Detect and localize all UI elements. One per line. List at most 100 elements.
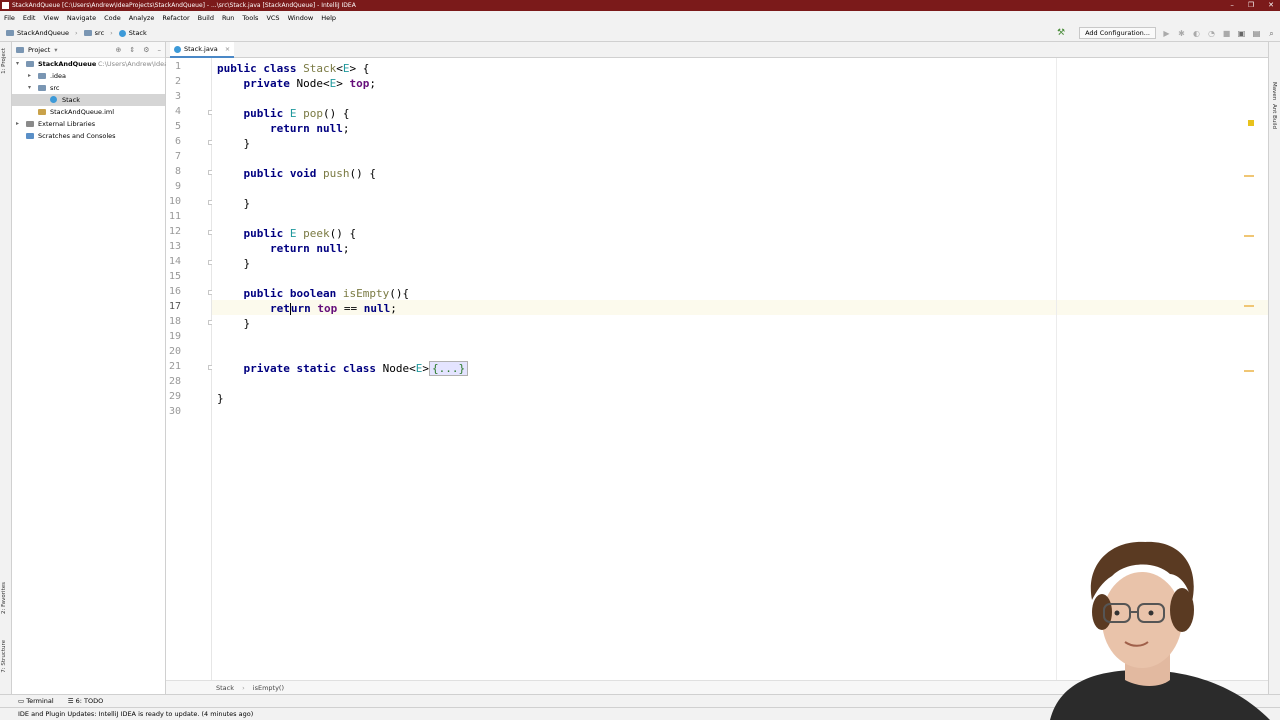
nav-crumb-project[interactable]: StackAndQueue	[6, 29, 69, 37]
line-number: 3	[174, 91, 181, 102]
line-number-gutter[interactable]: 1 2 3 4 5 6 7 8 9 10 11 12 13 14 15 16 1…	[166, 58, 228, 680]
ant-build-tool-tab[interactable]: Ant Build	[1271, 104, 1277, 129]
tree-item-label: StackAndQueue.iml	[50, 108, 115, 116]
profile-icon[interactable]: ◔	[1207, 29, 1216, 38]
scroll-marker[interactable]	[1244, 175, 1254, 177]
chevron-right-icon[interactable]: ▸	[16, 118, 19, 130]
line-number-current: 17	[168, 301, 181, 312]
tree-item[interactable]: Stack	[12, 94, 165, 106]
project-structure-icon[interactable]: ▣	[1237, 29, 1246, 38]
menu-view[interactable]: View	[43, 14, 58, 22]
line-number: 20	[168, 346, 181, 357]
close-button[interactable]: ✕	[1268, 0, 1274, 11]
tree-item[interactable]: ▸ External Libraries	[12, 118, 165, 130]
line-number: 12	[168, 226, 181, 237]
project-view-selector[interactable]: Project	[28, 46, 50, 54]
menu-window[interactable]: Window	[288, 14, 314, 22]
editor-tab-stack-java[interactable]: Stack.java ×	[170, 42, 235, 58]
line-number: 29	[168, 391, 181, 402]
search-icon[interactable]: ⌕	[1267, 29, 1276, 38]
title-bar: StackAndQueue [C:\Users\Andrew\IdeaProje…	[0, 0, 1280, 11]
build-hammer-icon[interactable]: ⚒	[1057, 28, 1065, 38]
line-number: 21	[168, 361, 181, 372]
tree-item[interactable]: ▾ src	[12, 82, 165, 94]
code-line-13: return null;	[269, 242, 350, 255]
structure-tool-tab[interactable]: 7: Structure	[1, 640, 7, 673]
menu-vcs[interactable]: VCS	[266, 14, 279, 22]
code-line-21: private static class Node<E> {...}	[217, 361, 469, 376]
line-number: 13	[168, 241, 181, 252]
folder-icon	[38, 73, 46, 79]
tree-item[interactable]: ▸ .idea	[12, 70, 165, 82]
debug-icon[interactable]: ✱	[1177, 29, 1186, 38]
line-number: 18	[168, 316, 181, 327]
menu-navigate[interactable]: Navigate	[67, 14, 96, 22]
menu-refactor[interactable]: Refactor	[162, 14, 189, 22]
menu-code[interactable]: Code	[104, 14, 121, 22]
chevron-right-icon: ›	[110, 29, 113, 37]
terminal-tool-button[interactable]: ▭ Terminal	[18, 697, 54, 705]
menu-bar: File Edit View Navigate Code Analyze Ref…	[0, 11, 1280, 25]
breadcrumb-method[interactable]: isEmpty()	[253, 684, 284, 692]
code-line-6: }	[243, 137, 251, 150]
gear-icon[interactable]: ⚙	[143, 46, 149, 54]
chevron-down-icon[interactable]: ▾	[16, 58, 19, 70]
layout-icon[interactable]: ▤	[1252, 29, 1261, 38]
tree-item[interactable]: Scratches and Consoles	[12, 130, 165, 142]
run-icon[interactable]: ▶	[1162, 29, 1171, 38]
todo-tool-button[interactable]: ☰ 6: TODO	[68, 697, 104, 705]
scroll-marker[interactable]	[1244, 305, 1254, 307]
close-tab-icon[interactable]: ×	[225, 45, 230, 53]
window-controls: – ❐ ✕	[1230, 0, 1274, 11]
menu-build[interactable]: Build	[198, 14, 214, 22]
editor-tab-bar: Stack.java ×	[166, 42, 1268, 58]
nav-crumb-label: src	[94, 29, 105, 37]
scroll-marker[interactable]	[1244, 370, 1254, 372]
maximize-button[interactable]: ❐	[1248, 0, 1254, 11]
minimize-button[interactable]: –	[1230, 0, 1234, 11]
line-number: 28	[168, 376, 181, 387]
status-message[interactable]: IDE and Plugin Updates: IntelliJ IDEA is…	[18, 710, 253, 718]
chevron-right-icon: ›	[242, 684, 245, 692]
folder-icon	[16, 46, 24, 53]
coverage-icon[interactable]: ◐	[1192, 29, 1201, 38]
tree-item-label: Scratches and Consoles	[38, 132, 116, 140]
line-number: 2	[174, 76, 181, 87]
hide-icon[interactable]: –	[158, 46, 162, 54]
folded-region[interactable]: {...}	[428, 361, 469, 376]
menu-file[interactable]: File	[4, 14, 15, 22]
menu-help[interactable]: Help	[321, 14, 336, 22]
line-number: 6	[174, 136, 181, 147]
stop-icon[interactable]: ■	[1222, 29, 1231, 38]
run-toolbar: ⚒ Add Configuration... ▶ ✱ ◐ ◔ ■ ▣ ▤ ⌕	[1057, 27, 1276, 39]
breadcrumb-class[interactable]: Stack	[216, 684, 234, 692]
line-number: 11	[168, 211, 181, 222]
chevron-down-icon[interactable]: ▾	[28, 82, 31, 94]
nav-crumb-label: StackAndQueue	[17, 29, 70, 37]
favorites-tool-tab[interactable]: 2: Favorites	[1, 582, 7, 614]
nav-crumb-src[interactable]: src	[83, 29, 105, 37]
nav-crumb-label: Stack	[128, 29, 147, 37]
nav-crumb-stack[interactable]: Stack	[118, 29, 147, 37]
chevron-down-icon[interactable]: ▾	[54, 46, 57, 54]
line-number: 15	[168, 271, 181, 282]
menu-analyze[interactable]: Analyze	[129, 14, 155, 22]
chevron-right-icon[interactable]: ▸	[28, 70, 31, 82]
maven-tool-tab[interactable]: Maven	[1271, 82, 1277, 100]
code-line-17: return top == null;	[269, 302, 397, 315]
locate-icon[interactable]: ⊕	[115, 46, 121, 54]
project-tool-tab[interactable]: 1: Project	[1, 48, 7, 74]
tree-item[interactable]: ▾ StackAndQueue C:\Users\Andrew\Idea	[12, 58, 168, 70]
menu-edit[interactable]: Edit	[23, 14, 36, 22]
add-configuration-button[interactable]: Add Configuration...	[1079, 27, 1156, 39]
navigation-bar: StackAndQueue › src › Stack ⚒ Add Config…	[0, 25, 1280, 42]
scroll-marker[interactable]	[1244, 235, 1254, 237]
collapse-all-icon[interactable]: ⇕	[129, 46, 135, 54]
code-line-2: private Node<E> top;	[243, 77, 376, 90]
menu-tools[interactable]: Tools	[242, 14, 258, 22]
tree-item[interactable]: StackAndQueue.iml	[12, 106, 165, 118]
inspection-status-icon[interactable]	[1248, 120, 1254, 126]
code-line-10: }	[243, 197, 251, 210]
menu-run[interactable]: Run	[222, 14, 234, 22]
code-line-16: public boolean isEmpty(){	[243, 287, 410, 300]
